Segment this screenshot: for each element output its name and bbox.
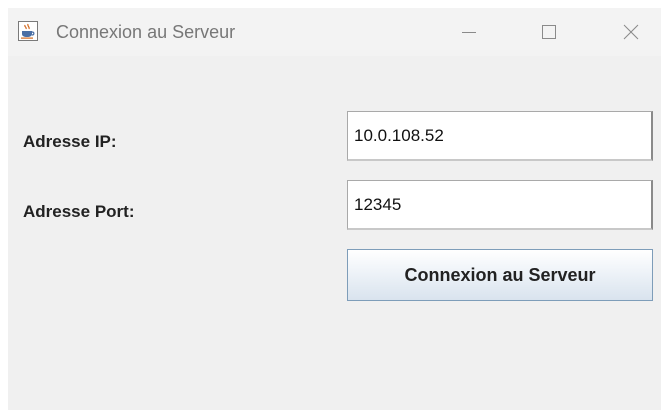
close-icon	[623, 24, 639, 40]
maximize-icon	[541, 24, 557, 40]
port-input[interactable]	[347, 180, 653, 230]
connect-button[interactable]: Connexion au Serveur	[347, 249, 653, 301]
maximize-button[interactable]	[526, 8, 572, 56]
java-coffee-cup-icon[interactable]	[18, 21, 38, 41]
ip-address-input[interactable]	[347, 111, 653, 161]
minimize-icon	[462, 25, 476, 39]
app-window: Connexion au Serveur Adresse IP: Adresse…	[8, 8, 661, 410]
port-label: Adresse Port:	[23, 202, 135, 221]
ip-address-label: Adresse IP:	[23, 132, 117, 151]
window-title: Connexion au Serveur	[56, 22, 236, 42]
title-bar[interactable]: Connexion au Serveur	[8, 8, 661, 56]
minimize-button[interactable]	[446, 8, 492, 56]
close-button[interactable]	[608, 8, 654, 56]
